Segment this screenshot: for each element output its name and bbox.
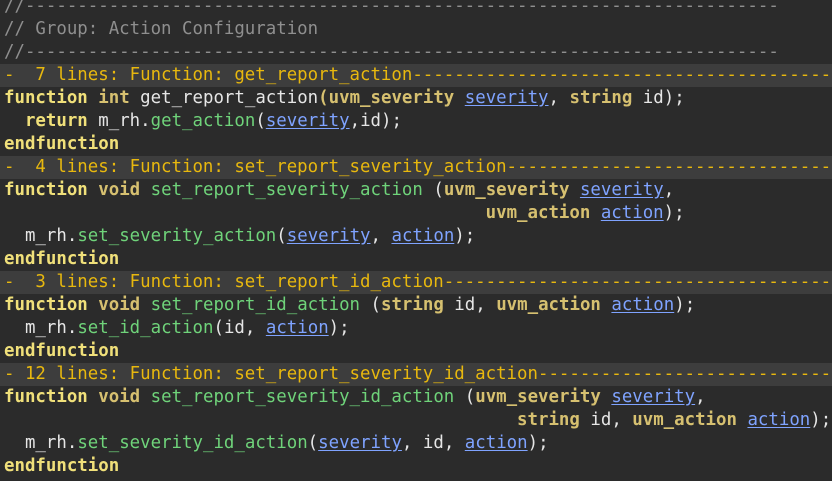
type-uvm-action: uvm_action bbox=[485, 203, 591, 223]
identifier-id: id bbox=[642, 88, 664, 108]
identifier-link-action[interactable]: action bbox=[465, 433, 528, 453]
method-set-id-action: set_id_action bbox=[77, 318, 214, 338]
type-uvm-action: uvm_action bbox=[632, 410, 737, 430]
code-line: string id, uvm_action action); bbox=[517, 410, 832, 430]
identifier-id: id bbox=[422, 433, 444, 453]
identifier-link-severity[interactable]: severity bbox=[287, 226, 371, 246]
code-line: endfunction bbox=[0, 248, 832, 271]
code-line: function void set_report_id_action (stri… bbox=[4, 295, 696, 315]
method-set-severity-action: set_severity_action bbox=[77, 226, 277, 246]
identifier-link-severity[interactable]: severity bbox=[318, 433, 402, 453]
type-void: void bbox=[98, 295, 141, 315]
identifier-m-rh: m_rh bbox=[24, 318, 67, 338]
identifier-m-rh: m_rh bbox=[24, 433, 67, 453]
type-void: void bbox=[98, 180, 141, 200]
type-string: string bbox=[380, 295, 444, 315]
identifier-link-action[interactable]: action bbox=[747, 410, 810, 430]
type-string: string bbox=[517, 410, 580, 430]
keyword-function: function bbox=[4, 387, 88, 407]
keyword-endfunction: endfunction bbox=[4, 341, 120, 361]
comment-group-title: // Group: Action Configuration bbox=[4, 19, 319, 39]
keyword-function: function bbox=[4, 88, 88, 108]
paren: ( bbox=[318, 88, 329, 108]
identifier-m-rh: m_rh bbox=[24, 226, 67, 246]
type-uvm-action: uvm_action bbox=[496, 295, 601, 315]
fold-get-report-action[interactable]: - 7 lines: Function: get_report_action--… bbox=[0, 64, 832, 87]
function-name: set_report_id_action bbox=[150, 295, 361, 315]
code-line: m_rh.set_id_action(id, action); bbox=[24, 318, 350, 338]
code-line: m_rh.set_severity_action(severity, actio… bbox=[24, 226, 476, 246]
identifier-link-action[interactable]: action bbox=[601, 203, 664, 223]
code-editor[interactable]: //--------------------------------------… bbox=[0, 0, 832, 481]
type-string: string bbox=[569, 88, 633, 108]
function-name: set_report_severity_action bbox=[150, 180, 423, 200]
code-line: endfunction bbox=[0, 455, 832, 478]
type-uvm-severity: uvm_severity bbox=[475, 387, 601, 407]
identifier-link-action[interactable]: action bbox=[391, 226, 454, 246]
keyword-endfunction: endfunction bbox=[4, 134, 120, 154]
function-name: set_report_severity_id_action bbox=[150, 387, 455, 407]
identifier-id: id bbox=[360, 111, 382, 131]
type-uvm-severity: uvm_severity bbox=[328, 88, 455, 108]
identifier-link-severity[interactable]: severity bbox=[580, 180, 664, 200]
keyword-return: return bbox=[24, 111, 88, 131]
keyword-endfunction: endfunction bbox=[4, 456, 120, 476]
type-int: int bbox=[98, 88, 130, 108]
identifier-id: id bbox=[223, 318, 245, 338]
comment-rule-bottom: //--------------------------------------… bbox=[4, 42, 779, 62]
method-set-severity-id-action: set_severity_id_action bbox=[77, 433, 308, 453]
code-line: return m_rh.get_action(severity,id); bbox=[24, 111, 402, 131]
identifier-link-action[interactable]: action bbox=[266, 318, 329, 338]
code-line: m_rh.set_severity_id_action(severity, id… bbox=[24, 433, 549, 453]
keyword-function: function bbox=[4, 295, 88, 315]
code-line: endfunction bbox=[0, 340, 832, 363]
code-line: function void set_report_severity_id_act… bbox=[4, 387, 706, 407]
type-uvm-severity: uvm_severity bbox=[443, 180, 570, 200]
identifier-link-severity[interactable]: severity bbox=[266, 111, 350, 131]
identifier-link-severity[interactable]: severity bbox=[611, 387, 695, 407]
code-line: uvm_action action); bbox=[485, 203, 685, 223]
comment-rule-top: //--------------------------------------… bbox=[4, 0, 779, 16]
type-void: void bbox=[98, 387, 141, 407]
keyword-function: function bbox=[4, 180, 88, 200]
identifier-link-severity[interactable]: severity bbox=[465, 88, 549, 108]
function-name: get_report_action bbox=[140, 88, 319, 108]
code-line: function int get_report_action(uvm_sever… bbox=[4, 88, 685, 108]
keyword-endfunction: endfunction bbox=[4, 249, 120, 269]
identifier-link-action[interactable]: action bbox=[611, 295, 674, 315]
fold-set-report-severity-action[interactable]: - 4 lines: Function: set_report_severity… bbox=[0, 156, 832, 179]
identifier-id: id bbox=[590, 410, 612, 430]
code-line: function void set_report_severity_action… bbox=[4, 180, 675, 200]
code-line: endfunction bbox=[0, 133, 832, 156]
fold-set-report-id-action[interactable]: - 3 lines: Function: set_report_id_actio… bbox=[0, 271, 832, 294]
method-get-action: get_action bbox=[150, 111, 256, 131]
identifier-m-rh: m_rh bbox=[98, 111, 141, 131]
fold-set-report-severity-id-action[interactable]: - 12 lines: Function: set_report_severit… bbox=[0, 363, 832, 386]
identifier-id: id bbox=[454, 295, 476, 315]
